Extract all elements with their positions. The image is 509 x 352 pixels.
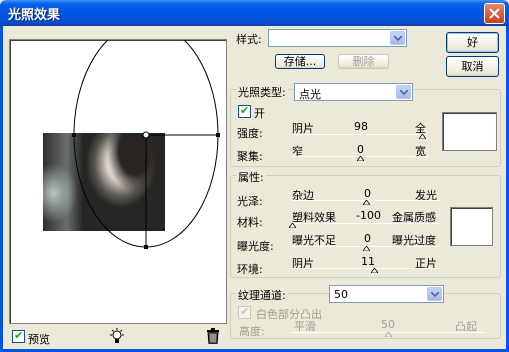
preview-label: 预览: [28, 333, 50, 346]
light-on-checkbox[interactable]: ✔: [238, 104, 251, 118]
intensity-label: 强度:: [237, 127, 263, 140]
intensity-slider-thumb[interactable]: [419, 134, 427, 139]
focus-value: 0: [357, 143, 364, 156]
title-bar: 光照效果: [0, 0, 509, 26]
white-high-checkbox[interactable]: ✔: [238, 305, 251, 319]
trash-icon[interactable]: [206, 328, 220, 344]
light-bottom-handle: [144, 245, 148, 249]
chevron-down-icon[interactable]: [396, 85, 411, 99]
light-center-handle: [142, 131, 150, 139]
material-value: -100: [356, 209, 381, 222]
ambient-color-swatch[interactable]: [450, 207, 493, 246]
focus-label: 聚集:: [237, 150, 263, 163]
height-slider-thumb[interactable]: [384, 332, 392, 337]
light-side-handle: [216, 133, 220, 137]
chevron-down-icon[interactable]: [390, 31, 405, 45]
preview-checkbox[interactable]: ✔: [12, 329, 25, 343]
gloss-slider-thumb[interactable]: [362, 200, 370, 205]
height-value: 50: [381, 318, 395, 331]
texture-channel-select[interactable]: 50: [329, 285, 444, 303]
gloss-value: 0: [364, 187, 371, 200]
ambience-label: 环境:: [237, 263, 263, 276]
light-ellipse-overlay[interactable]: [10, 40, 227, 324]
close-button[interactable]: [484, 3, 505, 24]
exposure-slider-thumb[interactable]: [362, 246, 370, 251]
ok-button[interactable]: 好: [446, 32, 499, 53]
window-title: 光照效果: [8, 8, 61, 23]
cancel-button[interactable]: 取消: [446, 56, 499, 77]
ambience-value: 11: [361, 255, 375, 268]
chevron-down-icon[interactable]: [427, 287, 442, 301]
light-left-handle: [72, 133, 76, 137]
height-label: 高度:: [239, 325, 265, 338]
preview-canvas[interactable]: [9, 39, 227, 324]
light-color-swatch[interactable]: [442, 112, 497, 151]
ambience-slider-thumb[interactable]: [371, 268, 379, 273]
intensity-value: 98: [354, 120, 368, 133]
material-slider-thumb[interactable]: [288, 223, 296, 228]
texture-channel-label: 纹理通道:: [236, 287, 288, 303]
exposure-value: 0: [364, 232, 371, 245]
exposure-label: 曝光度:: [237, 240, 274, 253]
gloss-label: 光泽:: [237, 195, 263, 208]
light-type-select[interactable]: 点光: [294, 83, 413, 101]
style-label: 样式:: [236, 33, 262, 46]
light-type-label: 光照类型:: [236, 84, 288, 100]
save-style-button[interactable]: 存储...: [275, 54, 325, 69]
light-on-label: 开: [254, 107, 265, 120]
close-icon: [489, 8, 500, 19]
light-bulb-icon[interactable]: [109, 328, 125, 346]
material-label: 材料:: [237, 216, 263, 229]
focus-slider-thumb[interactable]: [356, 156, 364, 161]
style-select[interactable]: [268, 29, 407, 47]
properties-title: 属性:: [236, 169, 266, 185]
delete-style-button[interactable]: 删除: [338, 54, 389, 69]
